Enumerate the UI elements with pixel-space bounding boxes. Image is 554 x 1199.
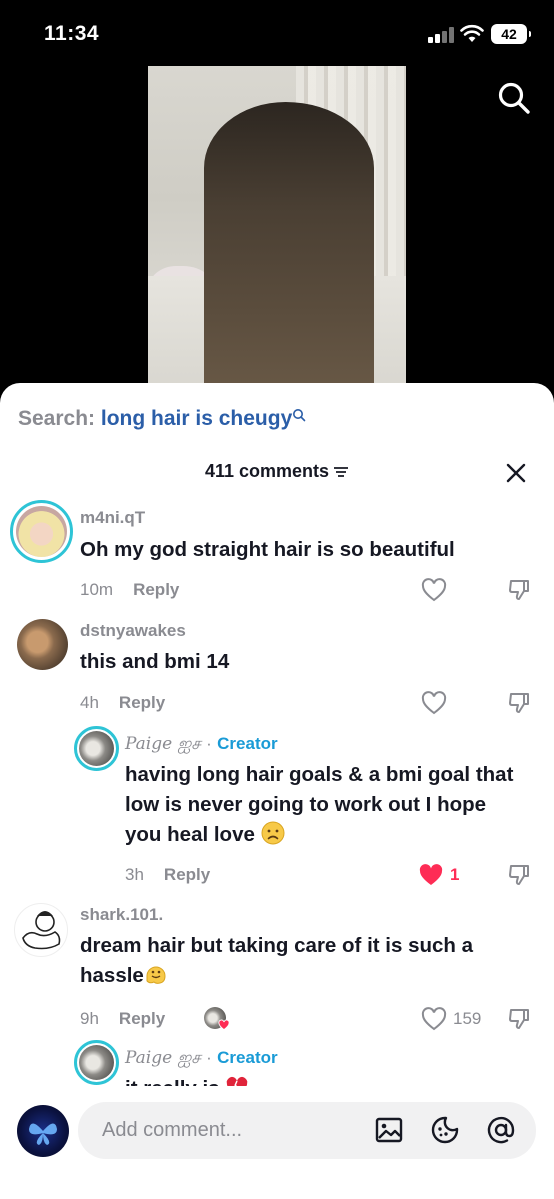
sticker-icon[interactable]	[430, 1115, 460, 1145]
comment-username[interactable]: Paige ஐச · Creator	[125, 1048, 278, 1070]
reply-button[interactable]: Reply	[133, 580, 179, 599]
heart-icon[interactable]	[421, 1007, 447, 1031]
reply-button[interactable]: Reply	[119, 1009, 165, 1028]
comment-text-body: having long hair goals & a bmi goal that…	[125, 763, 514, 846]
reply-button[interactable]: Reply	[119, 693, 165, 712]
comment-text: having long hair goals & a bmi goal that…	[125, 760, 525, 850]
reply-button[interactable]: Reply	[164, 865, 210, 884]
comments-count[interactable]: 411 comments	[0, 461, 554, 482]
avatar[interactable]	[10, 500, 73, 563]
status-bar: 11:34 42	[0, 0, 554, 62]
creator-badge: Creator	[217, 1048, 278, 1067]
comment-text-body: dream hair but taking care of it is such…	[80, 934, 474, 987]
comment-time: 3h	[125, 865, 144, 884]
comment-time: 9h	[80, 1009, 99, 1028]
comment-username[interactable]: m4ni.qT	[80, 508, 145, 528]
comment-composer: Add comment...	[0, 1086, 554, 1199]
search-suggestion[interactable]: Search: long hair is cheugy	[18, 407, 306, 431]
comment-input-placeholder: Add comment...	[102, 1119, 243, 1141]
comment-time: 4h	[80, 693, 99, 712]
comment-meta: 10m Reply	[80, 580, 179, 600]
battery-icon: 42	[491, 24, 531, 44]
dislike-icon[interactable]	[507, 1007, 531, 1031]
search-icon	[293, 409, 306, 422]
melting-face-icon	[146, 966, 166, 984]
username-text: Paige ஐச	[125, 1048, 201, 1068]
signal-icon	[428, 27, 456, 43]
heart-icon[interactable]	[421, 578, 447, 602]
search-icon[interactable]	[496, 80, 532, 116]
filter-icon[interactable]	[333, 466, 349, 478]
avatar[interactable]	[17, 1105, 69, 1157]
mention-icon[interactable]	[486, 1115, 516, 1145]
small-heart-icon	[218, 1019, 230, 1031]
comment-meta: 9h Reply	[80, 1009, 165, 1029]
comment-input[interactable]: Add comment...	[78, 1102, 536, 1159]
comment-meta: 3h Reply	[125, 865, 210, 885]
video-preview[interactable]	[148, 66, 406, 396]
close-icon[interactable]	[504, 461, 528, 485]
separator-dot: ·	[206, 1048, 212, 1067]
comment-text: dream hair but taking care of it is such…	[80, 931, 530, 991]
search-prefix: Search:	[18, 407, 96, 430]
avatar[interactable]	[74, 1040, 119, 1085]
comment-text: Oh my god straight hair is so beautiful	[80, 538, 455, 561]
dislike-icon[interactable]	[507, 578, 531, 602]
comments-count-label: 411 comments	[204, 461, 330, 481]
dislike-icon[interactable]	[507, 691, 531, 715]
dislike-icon[interactable]	[507, 863, 531, 887]
comment-username[interactable]: Paige ஐச · Creator	[125, 734, 278, 756]
heart-icon[interactable]	[418, 863, 444, 887]
heart-icon[interactable]	[421, 691, 447, 715]
username-text: Paige ஐச	[125, 734, 201, 754]
avatar[interactable]	[14, 903, 68, 957]
status-time: 11:34	[44, 22, 100, 45]
creator-badge: Creator	[217, 734, 278, 753]
comments-sheet: Search: long hair is cheugy 411 comments…	[0, 383, 554, 1199]
comment-username[interactable]: shark.101.	[80, 905, 163, 925]
like-count: 159	[453, 1009, 482, 1028]
butterfly-icon	[29, 1123, 57, 1145]
comment-username[interactable]: dstnyawakes	[80, 621, 186, 641]
search-term[interactable]: long hair is cheugy	[101, 407, 292, 430]
comment-time: 10m	[80, 580, 114, 599]
avatar[interactable]	[74, 726, 119, 771]
image-icon[interactable]	[374, 1115, 404, 1145]
avatar[interactable]	[17, 619, 68, 670]
frowning-face-icon	[261, 821, 285, 845]
separator-dot: ·	[206, 734, 212, 753]
wifi-icon	[460, 24, 484, 42]
comment-text: this and bmi 14	[80, 650, 230, 673]
comment-meta: 4h Reply	[80, 693, 165, 713]
like-count: 1	[450, 865, 460, 884]
cartoon-avatar-icon	[22, 911, 61, 950]
